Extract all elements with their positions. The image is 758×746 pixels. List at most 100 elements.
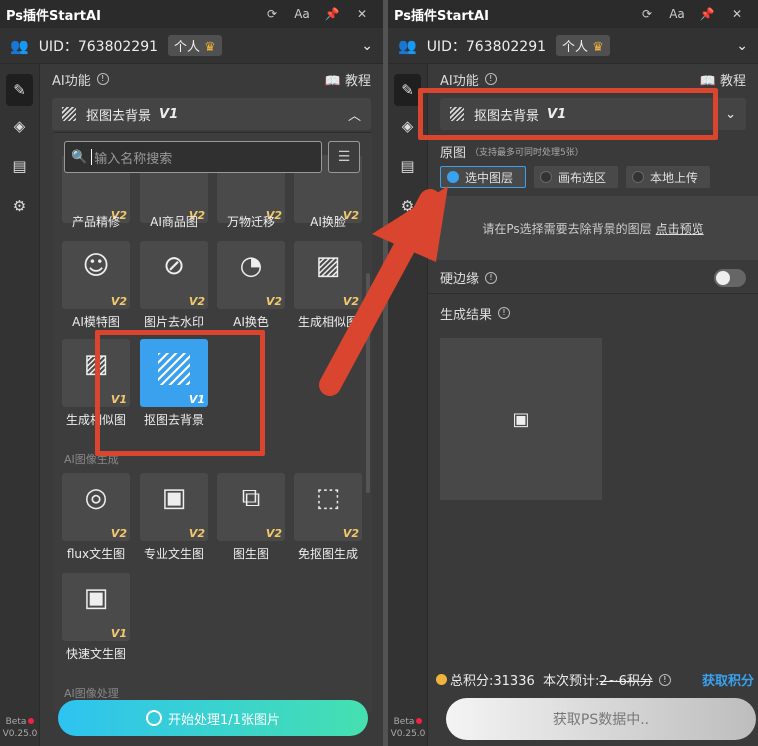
popup-scrollbar[interactable] [366, 273, 370, 493]
start-process-button[interactable]: 开始处理1/1张图片 [58, 700, 368, 736]
search-input-overlay[interactable]: 🔍 输入名称搜索 [64, 141, 322, 173]
layers-icon[interactable]: ◈ [0, 106, 39, 146]
images-icon: ⧉ [241, 483, 261, 513]
no-watermark-icon: ⊘ [163, 251, 185, 281]
main-content: AI功能 ! 📖 教程 抠图去背景 V1 ⌄ 原图 （支持最多可同时处理5张） 选… [428, 64, 758, 746]
source-section: 原图 （支持最多可同时处理5张） [440, 145, 584, 161]
users-icon: 👥 [398, 36, 417, 55]
dashed-image-icon: ⬚ [315, 483, 341, 513]
ai-feature-header: AI功能 ! 📖 教程 [40, 64, 383, 94]
search-icon: 🔍 [71, 149, 88, 165]
shirt-icon: ◔ [239, 251, 263, 281]
plan-badge: 个人 ♛ [556, 35, 610, 56]
pin-icon[interactable]: 📌 [317, 7, 347, 21]
settings-icon[interactable]: ⚙ [388, 186, 427, 226]
user-bar[interactable]: 👥 UID：763802291 个人 ♛ ⌄ [0, 28, 383, 64]
fetch-ps-data-button[interactable]: 获取PS数据中.. [446, 698, 756, 740]
font-size-icon[interactable]: Aa [287, 7, 317, 21]
swirl-icon: ◎ [84, 483, 108, 513]
cutout-icon [62, 107, 76, 121]
close-icon[interactable]: ✕ [722, 7, 752, 21]
tile-label: 快速文生图 [65, 647, 126, 661]
category-image-processing: AI图像处理 [64, 687, 119, 700]
edit-icon[interactable]: ✎ [6, 74, 33, 106]
image-text-icon: ▣ [161, 483, 187, 513]
image-sparkle-icon: ▨ [315, 251, 341, 281]
result-preview[interactable]: ▣ [440, 338, 602, 500]
title-bar: Ps插件StartAI ⟳ Aa 📌 ✕ [388, 0, 758, 28]
tutorial-link[interactable]: 📖 教程 [325, 70, 371, 89]
result-header: 生成结果! [428, 298, 758, 328]
tile-label: AI换色 [233, 315, 269, 329]
tile-label: 产品精修 [71, 215, 120, 229]
user-bar[interactable]: 👥 UID：763802291 个人 ♛ ⌄ [388, 28, 758, 64]
tile-similar-image[interactable]: ▨ V2 [294, 241, 362, 309]
tile-no-cutout-gen[interactable]: ⬚ V2 [294, 473, 362, 541]
loading-icon [146, 710, 163, 726]
radio-canvas-selection[interactable]: 画布选区 [534, 166, 619, 188]
side-rail: ✎ ◈ ▤ ⚙ Beta V0.25.0 [388, 64, 428, 746]
info-icon[interactable]: ! [484, 73, 497, 85]
info-icon[interactable]: ! [485, 271, 498, 284]
side-rail: ✎ ◈ ▤ ⚙ Beta V0.25.0 [0, 64, 40, 746]
image-icon: ▣ [512, 408, 530, 430]
app-title: Ps插件StartAI [394, 8, 489, 24]
feature-select[interactable]: 抠图去背景 V1 ︿ [52, 98, 371, 130]
refresh-icon[interactable]: ⟳ [257, 7, 287, 21]
tile-flux-text2img[interactable]: ◎ V2 [62, 473, 130, 541]
source-options: 选中图层 画布选区 本地上传 [428, 166, 758, 188]
chevron-down-icon[interactable]: ⌄ [725, 107, 736, 122]
tile-label: AI模特图 [72, 315, 120, 329]
radio-local-upload[interactable]: 本地上传 [626, 166, 711, 188]
close-icon[interactable]: ✕ [347, 7, 377, 21]
ai-feature-label: AI功能 [440, 73, 479, 89]
person-sparkle-icon: ☺ [82, 251, 110, 281]
clipboard-icon[interactable]: ▤ [388, 146, 427, 186]
highlight-box-tile [95, 330, 265, 456]
crown-icon: ♛ [592, 40, 604, 55]
points-bar: 总积分:31336 本次预计: 2~6积分 ! 获取积分 [436, 670, 758, 689]
radio-selected-layer[interactable]: 选中图层 [440, 166, 527, 188]
version-info: Beta V0.25.0 [390, 717, 426, 739]
preview-link[interactable]: 点击预览 [656, 220, 704, 237]
chevron-down-icon[interactable]: ⌄ [361, 38, 373, 54]
coin-icon [436, 674, 447, 685]
earn-points-link[interactable]: 获取积分 [702, 670, 754, 689]
crown-icon: ♛ [204, 40, 216, 55]
edit-icon[interactable]: ✎ [394, 74, 421, 106]
tutorial-link[interactable]: 📖 教程 [700, 70, 746, 89]
settings-icon[interactable]: ⚙ [0, 186, 39, 226]
chevron-up-icon[interactable]: ︿ [348, 105, 361, 124]
tile-label: 万物迁移 [226, 215, 275, 229]
tile-watermark-remove[interactable]: ⊘ V2 [140, 241, 208, 309]
hard-edge-toggle[interactable] [714, 268, 746, 287]
tile-pro-text2img[interactable]: ▣ V2 [140, 473, 208, 541]
list-view-button-overlay[interactable]: ☰ [328, 141, 360, 173]
info-icon[interactable]: ! [498, 307, 511, 319]
ai-feature-label: AI功能 [52, 73, 91, 89]
refresh-icon[interactable]: ⟳ [632, 7, 662, 21]
users-icon: 👥 [10, 36, 29, 55]
clipboard-icon[interactable]: ▤ [0, 146, 39, 186]
tile-label: flux文生图 [66, 547, 126, 561]
info-icon[interactable]: ! [96, 73, 109, 85]
font-size-icon[interactable]: Aa [662, 7, 692, 21]
tile-ai-recolor[interactable]: ◔ V2 [217, 241, 285, 309]
tile-fast-text2img[interactable]: ▣ V1 [62, 573, 130, 641]
uid-text: UID：763802291 [426, 38, 547, 55]
tile-img2img[interactable]: ⧉ V2 [217, 473, 285, 541]
tile-label: 图生图 [232, 547, 269, 561]
pin-icon[interactable]: 📌 [692, 7, 722, 21]
tile-label: 专业文生图 [143, 547, 204, 561]
chevron-down-icon[interactable]: ⌄ [736, 38, 748, 54]
preview-hint: 请在Ps选择需要去除背景的图层 点击预览 [428, 196, 758, 260]
app-title: Ps插件StartAI [6, 8, 101, 24]
hard-edge-row: 硬边缘! [428, 262, 758, 294]
version-info: Beta V0.25.0 [2, 717, 38, 739]
tile-label: 生成相似图 [297, 315, 358, 329]
tile-label: 免抠图生成 [297, 547, 358, 561]
plan-badge: 个人 ♛ [168, 35, 222, 56]
tile-ai-model[interactable]: ☺ V2 [62, 241, 130, 309]
info-icon[interactable]: ! [658, 673, 671, 686]
tile-label: AI商品图 [150, 215, 198, 229]
